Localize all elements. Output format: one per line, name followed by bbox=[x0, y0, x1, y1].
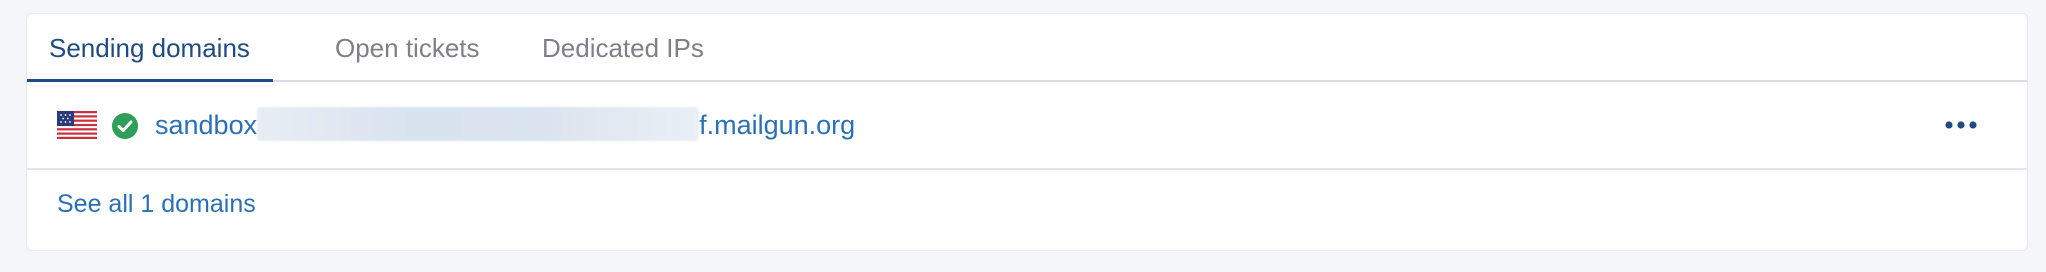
us-flag-icon bbox=[57, 111, 97, 139]
tab-dedicated-ips[interactable]: Dedicated IPs bbox=[520, 14, 730, 82]
see-all-domains-link[interactable]: See all 1 domains bbox=[57, 186, 256, 222]
domain-row: sandbox f.mailgun.org bbox=[27, 82, 2027, 170]
check-circle-icon bbox=[112, 113, 138, 139]
tab-sending-domains[interactable]: Sending domains bbox=[27, 14, 273, 82]
tab-bar: Sending domains Open tickets Dedicated I… bbox=[27, 14, 2027, 82]
tab-open-tickets[interactable]: Open tickets bbox=[313, 14, 503, 82]
domain-link[interactable]: sandbox f.mailgun.org bbox=[155, 82, 855, 168]
more-horizontal-icon[interactable] bbox=[1943, 110, 1979, 140]
redacted-text bbox=[257, 106, 700, 141]
domain-suffix: f.mailgun.org bbox=[699, 110, 856, 140]
domain-prefix: sandbox bbox=[155, 110, 258, 140]
domains-card: Sending domains Open tickets Dedicated I… bbox=[26, 13, 2028, 251]
